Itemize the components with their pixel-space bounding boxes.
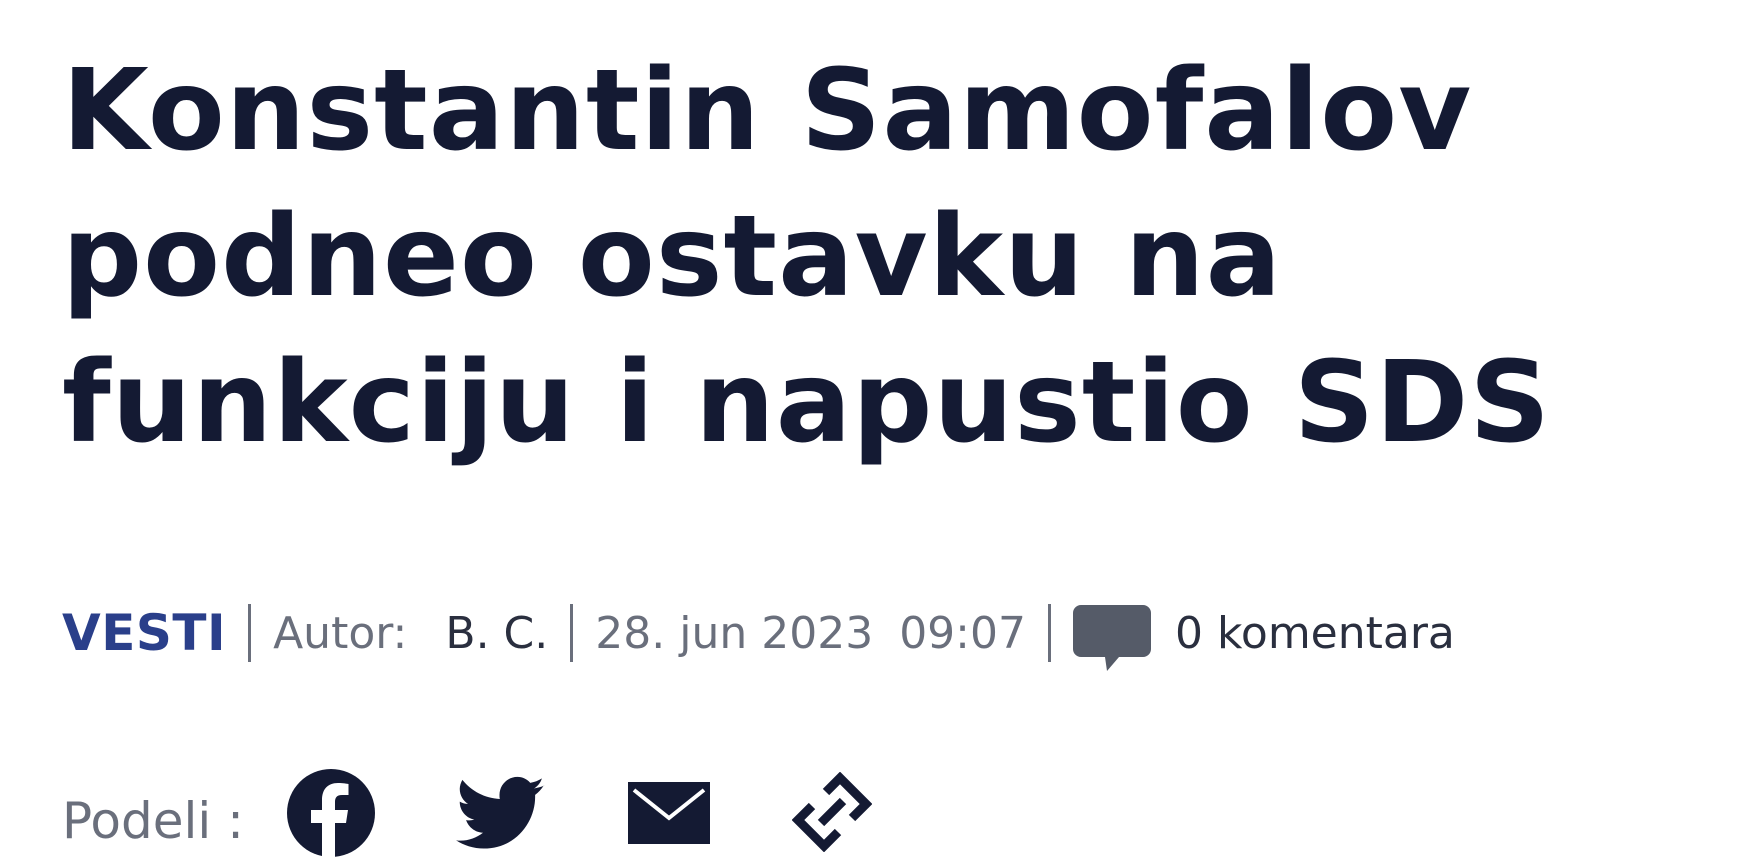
divider: [1048, 604, 1051, 662]
comments-count-link[interactable]: 0 komentara: [1175, 608, 1455, 659]
facebook-icon[interactable]: [286, 768, 376, 858]
share-label: Podeli :: [62, 792, 244, 850]
divider: [248, 604, 252, 662]
publish-time: 09:07: [899, 607, 1026, 659]
divider: [570, 604, 574, 662]
article-title: Konstantin Samofalov podneo ostavku na f…: [62, 38, 1702, 476]
article-title-line: podneo ostavku na: [62, 192, 1283, 322]
link-icon[interactable]: [791, 771, 873, 853]
comment-bubble-icon[interactable]: [1073, 605, 1151, 675]
author-label: Autor:: [273, 607, 408, 659]
article-meta: VESTI Autor: B. C. 28. jun 2023 09:07 0 …: [62, 598, 1455, 671]
category-link[interactable]: VESTI: [62, 604, 226, 662]
author-name: B. C.: [445, 607, 549, 659]
share-bar: Podeli :: [62, 760, 873, 858]
article-title-line: Konstantin Samofalov: [62, 46, 1473, 176]
mail-icon[interactable]: [627, 782, 710, 844]
publish-date: 28. jun 2023: [595, 607, 874, 659]
twitter-icon[interactable]: [455, 774, 546, 854]
article-title-line: funkciju i napustio SDS: [62, 338, 1552, 468]
